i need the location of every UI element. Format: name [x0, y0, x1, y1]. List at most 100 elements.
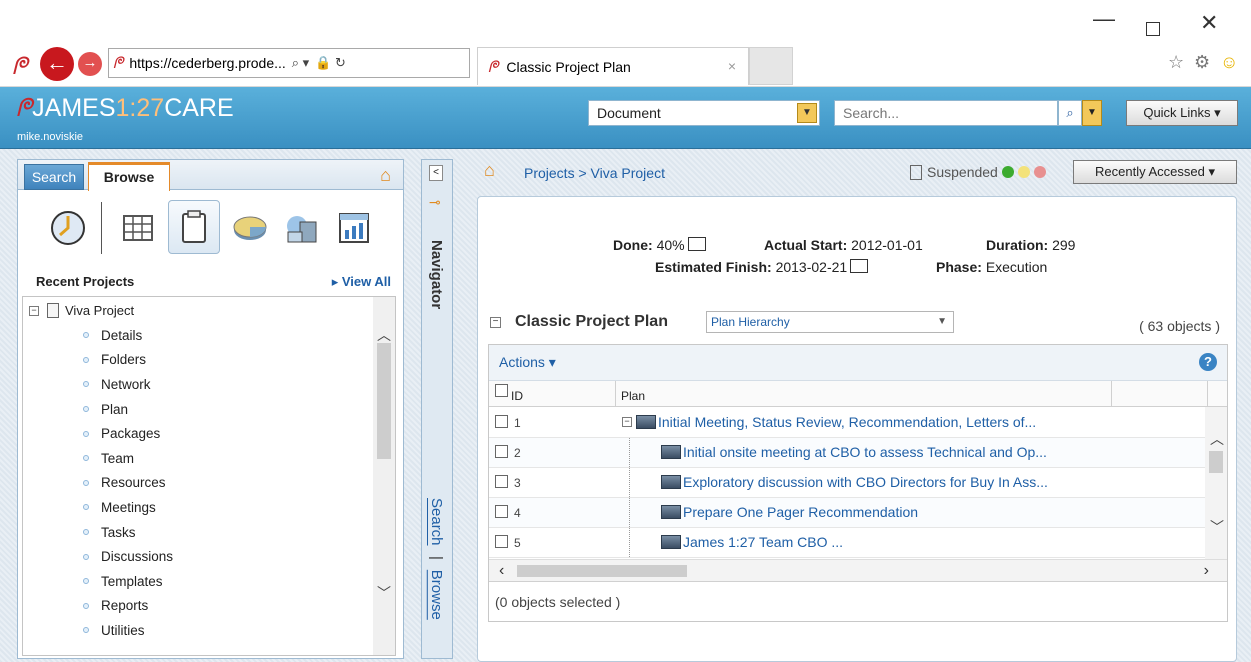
task-icon — [661, 445, 681, 459]
document-type-select[interactable]: Document ▼ — [588, 100, 820, 126]
tree-item-folders[interactable]: Folders — [83, 348, 173, 373]
settings-gear-icon[interactable]: ⚙ — [1194, 52, 1210, 73]
document-icon[interactable] — [174, 208, 214, 248]
recent-clock-icon[interactable] — [48, 208, 88, 248]
column-header-id[interactable]: ID — [511, 389, 523, 403]
address-bar[interactable]: ᖘ https://cederberg.prode... ⌕ ▾ 🔒 ↻ — [108, 48, 470, 78]
tree-root-label[interactable]: Viva Project — [65, 303, 134, 318]
tree-item-tasks[interactable]: Tasks — [83, 520, 173, 545]
forward-button[interactable]: → — [78, 52, 102, 76]
breadcrumb-path[interactable]: Projects > Viva Project — [524, 165, 665, 181]
finish-detail-icon[interactable] — [850, 259, 869, 273]
search-icon[interactable]: ⌕ — [1058, 100, 1082, 126]
new-tab-button[interactable] — [749, 47, 793, 85]
plan-view-select[interactable]: Plan Hierarchy ▼ — [706, 311, 954, 333]
search-input[interactable]: Search... — [834, 100, 1058, 126]
column-header-plan[interactable]: Plan — [621, 389, 645, 403]
chevron-down-icon[interactable]: ﹀ — [1210, 517, 1224, 537]
row-plan-text[interactable]: James 1:27 Team CBO ... — [683, 534, 843, 550]
view-all-link[interactable]: ▸ View All — [332, 274, 391, 290]
chevron-up-icon[interactable]: ︿ — [1210, 429, 1224, 449]
tab-search[interactable]: Search — [24, 164, 84, 190]
quick-links-button[interactable]: Quick Links ▾ — [1126, 100, 1238, 126]
recently-accessed-button[interactable]: Recently Accessed ▾ — [1073, 160, 1237, 184]
home-icon[interactable]: ⌂ — [484, 160, 495, 181]
row-plan-cell[interactable]: James 1:27 Team CBO ... — [661, 534, 843, 550]
row-plan-cell[interactable]: − Initial Meeting, Status Review, Recomm… — [622, 414, 1036, 430]
feedback-smiley-icon[interactable]: ☺ — [1220, 52, 1238, 73]
search-options-chevron-icon[interactable]: ▼ — [1082, 100, 1102, 126]
tree-item-packages[interactable]: Packages — [83, 421, 173, 446]
grid-vertical-scrollbar[interactable]: ︿ ﹀ — [1205, 407, 1227, 559]
plan-view-value: Plan Hierarchy — [711, 315, 790, 329]
browser-tab[interactable]: ᖘ Classic Project Plan × — [477, 47, 749, 85]
collapse-icon[interactable]: − — [29, 305, 39, 316]
row-checkbox[interactable] — [495, 445, 508, 458]
tree-item-meetings[interactable]: Meetings — [83, 495, 173, 520]
row-plan-cell[interactable]: Initial onsite meeting at CBO to assess … — [661, 444, 1047, 460]
collapse-icon[interactable]: − — [622, 417, 632, 427]
row-plan-cell[interactable]: Prepare One Pager Recommendation — [661, 504, 918, 520]
row-checkbox[interactable] — [495, 505, 508, 518]
buildings-icon[interactable] — [282, 208, 322, 248]
table-icon[interactable] — [118, 208, 158, 248]
tree-item-details[interactable]: Details — [83, 323, 173, 348]
report-chart-icon[interactable] — [334, 208, 374, 248]
row-checkbox[interactable] — [495, 415, 508, 428]
table-row[interactable]: 4 Prepare One Pager Recommendation — [489, 498, 1205, 528]
tree-item-team[interactable]: Team — [83, 446, 173, 471]
pie-chart-icon[interactable] — [230, 208, 270, 248]
grid-horizontal-scrollbar[interactable]: ‹ › — [489, 559, 1227, 581]
scrollbar-thumb[interactable] — [517, 565, 687, 577]
maximize-icon[interactable] — [1146, 22, 1160, 36]
lock-refresh-icon[interactable]: 🔒 ↻ — [315, 55, 346, 71]
tab-browse[interactable]: Browse — [88, 162, 170, 191]
row-plan-text[interactable]: Initial Meeting, Status Review, Recommen… — [658, 414, 1036, 430]
collapse-panel-button[interactable]: < — [429, 165, 443, 181]
scrollbar-thumb[interactable] — [377, 343, 391, 459]
tree-item-utilities[interactable]: Utilities — [83, 618, 173, 643]
favorites-star-icon[interactable]: ☆ — [1168, 52, 1184, 73]
chevron-down-icon[interactable]: ﹀ — [377, 583, 391, 603]
table-row[interactable]: 3 Exploratory discussion with CBO Direct… — [489, 468, 1205, 498]
table-row[interactable]: 1 − Initial Meeting, Status Review, Reco… — [489, 408, 1205, 438]
row-plan-text[interactable]: Exploratory discussion with CBO Director… — [683, 474, 1048, 490]
collapse-section-icon[interactable]: − — [490, 316, 501, 328]
navigator-browse-link[interactable]: Browse — [428, 570, 445, 620]
help-icon[interactable]: ? — [1199, 353, 1217, 371]
back-button[interactable]: ← — [40, 47, 74, 81]
close-icon[interactable]: ✕ — [1200, 10, 1218, 36]
chevron-left-icon[interactable]: ‹ — [499, 562, 504, 580]
home-icon[interactable]: ⌂ — [380, 165, 391, 186]
chevron-right-icon[interactable]: › — [1204, 562, 1209, 580]
minimize-icon[interactable]: — — [1093, 6, 1115, 32]
row-plan-text[interactable]: Initial onsite meeting at CBO to assess … — [683, 444, 1047, 460]
chevron-up-icon[interactable]: ︿ — [377, 325, 391, 345]
tree-item-templates[interactable]: Templates — [83, 569, 173, 594]
tree-item-plan[interactable]: Plan — [83, 397, 173, 422]
actions-menu[interactable]: Actions ▾ — [499, 354, 556, 371]
select-all-checkbox[interactable] — [495, 384, 508, 397]
table-row[interactable]: 2 Initial onsite meeting at CBO to asses… — [489, 438, 1205, 468]
tree-scrollbar[interactable]: ︿ ﹀ — [373, 297, 395, 655]
chevron-down-icon[interactable]: ▼ — [797, 103, 817, 123]
table-row[interactable]: 5 James 1:27 Team CBO ... — [489, 528, 1205, 558]
row-plan-cell[interactable]: Exploratory discussion with CBO Director… — [661, 474, 1048, 490]
url-text[interactable]: https://cederberg.prode... — [129, 55, 285, 71]
row-plan-text[interactable]: Prepare One Pager Recommendation — [683, 504, 918, 520]
scrollbar-thumb[interactable] — [1209, 451, 1223, 473]
tab-close-icon[interactable]: × — [728, 58, 736, 74]
navigator-search-link[interactable]: Search — [428, 498, 445, 546]
done-detail-icon[interactable] — [687, 237, 706, 251]
search-dropdown-icon[interactable]: ⌕ ▾ — [292, 55, 309, 71]
brand-logo[interactable]: ᖘJAMES1:27CARE — [16, 93, 234, 123]
row-checkbox[interactable] — [495, 475, 508, 488]
tree-item-reports[interactable]: Reports — [83, 594, 173, 619]
tree-item-discussions[interactable]: Discussions — [83, 544, 173, 569]
tree-item-resources[interactable]: Resources — [83, 471, 173, 496]
pin-icon[interactable]: ⊸ — [429, 194, 441, 211]
row-checkbox[interactable] — [495, 535, 508, 548]
tree-root[interactable]: − Viva Project — [29, 303, 134, 318]
tree-item-network[interactable]: Network — [83, 372, 173, 397]
chevron-down-icon[interactable]: ▼ — [937, 312, 947, 332]
